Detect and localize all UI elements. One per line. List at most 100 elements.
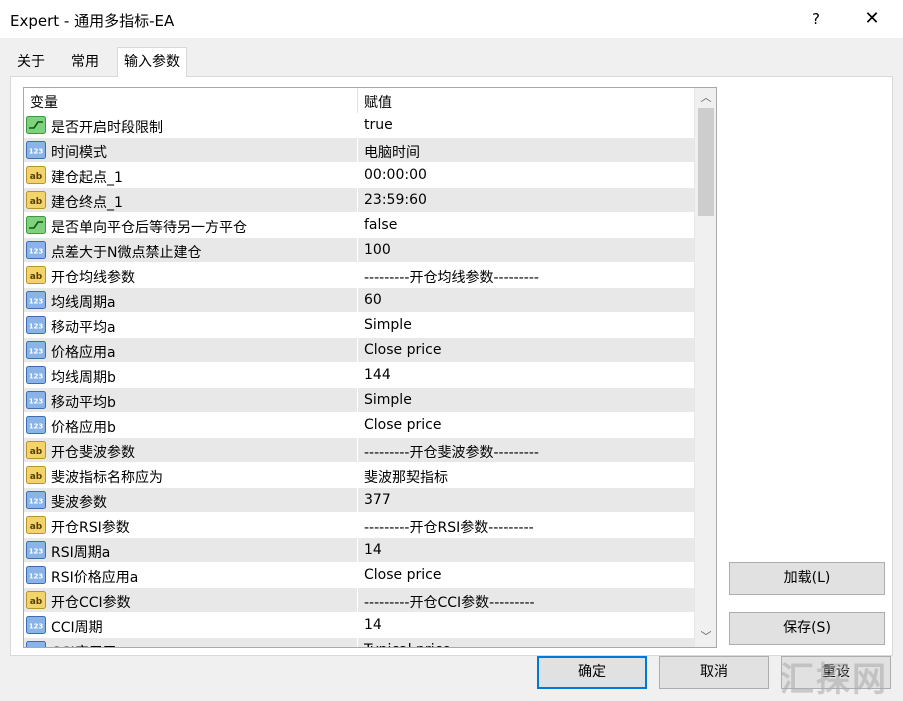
row-value[interactable]: 斐波那契指标 [364,467,448,487]
row-divider [357,188,358,213]
row-value[interactable]: ---------开仓斐波参数--------- [364,442,539,462]
table-row[interactable]: ab 开仓RSI参数 ---------开仓RSI参数--------- [24,513,694,538]
cancel-button[interactable]: 取消 [659,656,769,689]
title-bar: Expert - 通用多指标-EA ? ✕ [0,0,903,38]
number-icon: 123 [26,391,46,409]
table-row[interactable]: 123 RSI价格应用a Close price [24,563,694,588]
number-icon: 123 [26,291,46,309]
table-row[interactable]: 123 价格应用b Close price [24,413,694,438]
table-row[interactable]: 123 移动平均b Simple [24,388,694,413]
table-row[interactable]: 是否开启时段限制 true [24,113,694,138]
row-value[interactable]: 377 [364,492,391,508]
row-variable-name: 开仓RSI参数 [51,520,130,536]
svg-text:123: 123 [29,248,44,256]
column-divider[interactable] [357,88,358,113]
row-value[interactable]: Typical price [364,642,451,647]
svg-text:123: 123 [29,348,44,356]
toggle-icon [26,116,46,134]
row-value[interactable]: 100 [364,242,391,258]
tab-about[interactable]: 关于 [10,49,52,76]
table-row[interactable]: 123 时间模式 电脑时间 [24,138,694,163]
table-row[interactable]: 123 CCI周期 14 [24,613,694,638]
table-row[interactable]: ab 开仓斐波参数 ---------开仓斐波参数--------- [24,438,694,463]
row-value[interactable]: Simple [364,392,412,408]
row-value[interactable]: 23:59:60 [364,192,427,208]
row-divider [357,613,358,638]
tab-common[interactable]: 常用 [64,49,106,76]
row-value[interactable]: 14 [364,617,382,633]
row-divider [357,413,358,438]
row-value[interactable]: 144 [364,367,391,383]
table-row[interactable]: ab 建仓起点_1 00:00:00 [24,163,694,188]
number-icon: 123 [26,641,46,647]
row-variable-name: 时间模式 [51,145,107,161]
ok-button[interactable]: 确定 [537,656,647,689]
table-row[interactable]: 123 点差大于N微点禁止建仓 100 [24,238,694,263]
row-value[interactable]: 00:00:00 [364,167,427,183]
scroll-thumb[interactable] [698,108,714,216]
load-button[interactable]: 加载(L) [729,562,885,595]
row-value[interactable]: Simple [364,317,412,333]
row-variable-name: RSI价格应用a [51,570,139,586]
table-row[interactable]: 123 价格应用a Close price [24,338,694,363]
save-button[interactable]: 保存(S) [729,612,885,645]
row-variable-name: RSI周期a [51,545,111,561]
number-icon: 123 [26,566,46,584]
svg-text:123: 123 [29,423,44,431]
vertical-scrollbar[interactable]: ︿ ﹀ [694,88,716,647]
row-value[interactable]: Close price [364,417,441,433]
table-row[interactable]: 是否单向平仓后等待另一方平仓 false [24,213,694,238]
table-row[interactable]: ab 斐波指标名称应为 斐波那契指标 [24,463,694,488]
help-button[interactable]: ? [796,4,836,34]
row-value[interactable]: Close price [364,342,441,358]
svg-text:ab: ab [30,447,43,457]
watermark: 汇探网 [780,660,888,700]
row-divider [357,438,358,463]
tab-inputs[interactable]: 输入参数 [117,47,187,77]
row-variable-name: 是否开启时段限制 [51,120,163,136]
row-variable-name: 点差大于N微点禁止建仓 [51,245,202,261]
row-value[interactable]: ---------开仓CCI参数--------- [364,592,535,612]
svg-text:ab: ab [30,597,43,607]
column-header-value[interactable]: 赋值 [364,92,392,112]
svg-text:123: 123 [29,548,44,556]
row-value[interactable]: ---------开仓均线参数--------- [364,267,539,287]
svg-text:123: 123 [29,498,44,506]
row-value[interactable]: Close price [364,567,441,583]
row-variable-name: 价格应用a [51,345,116,361]
close-button[interactable]: ✕ [852,4,892,34]
row-divider [357,138,358,163]
row-variable-name: 开仓CCI参数 [51,595,131,611]
row-variable-name: 开仓斐波参数 [51,445,135,461]
table-row[interactable]: 123 CCI应用于 Typical price [24,638,694,647]
svg-text:123: 123 [29,573,44,581]
row-value[interactable]: true [364,117,393,133]
table-row[interactable]: 123 均线周期a 60 [24,288,694,313]
row-variable-name: 建仓终点_1 [51,195,123,211]
table-row[interactable]: ab 开仓CCI参数 ---------开仓CCI参数--------- [24,588,694,613]
table-row[interactable]: 123 RSI周期a 14 [24,538,694,563]
row-value[interactable]: 60 [364,292,382,308]
toggle-icon [26,216,46,234]
row-divider [357,463,358,488]
table-row[interactable]: 123 移动平均a Simple [24,313,694,338]
table-row[interactable]: ab 建仓终点_1 23:59:60 [24,188,694,213]
column-header-variable[interactable]: 变量 [30,92,58,112]
table-row[interactable]: 123 均线周期b 144 [24,363,694,388]
window-title: Expert - 通用多指标-EA [10,12,175,30]
row-divider [357,238,358,263]
svg-text:ab: ab [30,197,43,207]
row-value[interactable]: 14 [364,542,382,558]
table-row[interactable]: ab 开仓均线参数 ---------开仓均线参数--------- [24,263,694,288]
table-row[interactable]: 123 斐波参数 377 [24,488,694,513]
row-value[interactable]: ---------开仓RSI参数--------- [364,517,534,537]
row-divider [357,338,358,363]
row-value[interactable]: 电脑时间 [364,142,420,162]
number-icon: 123 [26,616,46,634]
scroll-down-arrow-icon[interactable]: ﹀ [695,627,716,647]
row-divider [357,313,358,338]
scroll-up-arrow-icon[interactable]: ︿ [695,88,716,108]
number-icon: 123 [26,141,46,159]
row-value[interactable]: false [364,217,397,233]
parameter-grid: 变量 赋值 是否开启时段限制 true 123 时间模式 电脑时间 ab 建仓起点_1 00:… [23,87,717,648]
